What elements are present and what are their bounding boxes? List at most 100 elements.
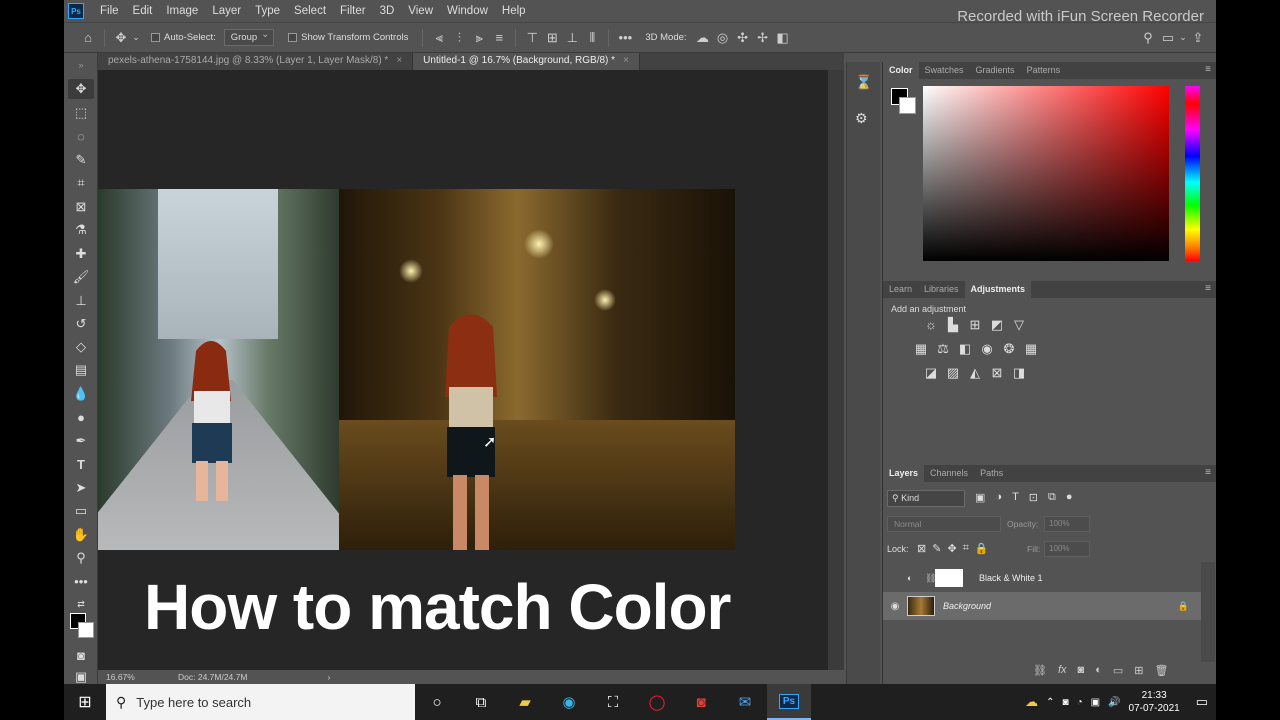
3d-orbit-icon[interactable]: ☁ <box>693 30 713 46</box>
3d-pan-icon[interactable]: ✣ <box>733 30 753 46</box>
menu-window[interactable]: Window <box>440 5 495 17</box>
move-tool-icon[interactable]: ✥ <box>111 30 131 46</box>
windows-start-icon[interactable]: ⊞ <box>64 684 106 720</box>
layer-row-black-white[interactable]: ◐ ⛓ Black & White 1 <box>883 564 1201 592</box>
type-tool-icon[interactable]: T <box>68 454 94 474</box>
workspace-icon[interactable]: ▭ <box>1158 30 1178 46</box>
menu-view[interactable]: View <box>401 5 440 17</box>
tab-libraries[interactable]: Libraries <box>918 281 965 298</box>
photoshop-taskbar-icon[interactable]: Ps <box>767 684 811 720</box>
healing-brush-tool-icon[interactable]: ✚ <box>68 244 94 264</box>
menu-select[interactable]: Select <box>287 5 333 17</box>
document-canvas[interactable]: ➚ How to match Color <box>98 70 828 670</box>
search-icon[interactable]: ⚲ <box>1138 30 1158 46</box>
show-transform-option[interactable]: Show Transform Controls <box>288 32 408 43</box>
panel-menu-icon[interactable]: ≡ <box>1205 64 1211 75</box>
3d-slide-icon[interactable]: ✢ <box>753 30 773 46</box>
align-center-icon[interactable]: ⫶ <box>449 30 469 46</box>
link-layers-icon[interactable]: ⛓ <box>1033 664 1047 677</box>
show-transform-checkbox[interactable] <box>288 33 298 42</box>
recorder-app-icon[interactable]: ◙ <box>679 684 723 720</box>
align-top-icon[interactable]: ⊤ <box>522 30 542 46</box>
align-left-icon[interactable]: ⫷ <box>429 30 449 46</box>
tab-channels[interactable]: Channels <box>924 465 974 482</box>
tab-paths[interactable]: Paths <box>974 465 1009 482</box>
align-bottom-icon[interactable]: ⊥ <box>562 30 582 46</box>
store-icon[interactable]: ⛶ <box>591 684 635 720</box>
tab-patterns[interactable]: Patterns <box>1021 62 1067 79</box>
hand-tool-icon[interactable]: ✋ <box>68 525 94 545</box>
layers-scrollbar[interactable] <box>1201 562 1215 662</box>
eye-icon[interactable]: ◉ <box>883 601 907 612</box>
levels-icon[interactable]: ▙ <box>945 317 961 333</box>
gradient-map-icon[interactable]: ⊠ <box>989 365 1005 381</box>
layer-row-background[interactable]: ◉ Background 🔒 <box>883 592 1201 620</box>
hue-saturation-icon[interactable]: ▦ <box>913 341 929 357</box>
type-filter-icon[interactable]: T <box>1012 491 1019 504</box>
lock-transparent-icon[interactable]: ⊠ <box>917 542 926 555</box>
tab-adjustments[interactable]: Adjustments <box>964 281 1032 298</box>
recorder-tray-icon[interactable]: ◙ <box>1063 697 1069 708</box>
color-lookup-icon[interactable]: ▦ <box>1023 341 1039 357</box>
add-mask-icon[interactable]: ◙ <box>1078 664 1085 677</box>
panel-menu-icon[interactable]: ≡ <box>1205 283 1211 294</box>
quick-mask-icon[interactable]: ◙ <box>68 645 94 665</box>
invert-icon[interactable]: ◪ <box>923 365 939 381</box>
close-icon[interactable]: × <box>623 55 629 66</box>
auto-select-target-dropdown[interactable]: Group <box>223 29 275 46</box>
gradient-tool-icon[interactable]: ▤ <box>68 360 94 380</box>
lock-image-icon[interactable]: ✎ <box>932 542 941 555</box>
visibility-toggle[interactable] <box>883 573 907 584</box>
volume-icon[interactable]: 🔊 <box>1108 697 1120 708</box>
canvas-scrollbar[interactable] <box>828 70 844 670</box>
opera-icon[interactable]: ◯ <box>635 684 679 720</box>
blur-tool-icon[interactable]: 💧 <box>68 384 94 404</box>
lasso-tool-icon[interactable]: ◌ <box>68 126 94 146</box>
blend-mode-dropdown[interactable]: Normal <box>887 516 1001 532</box>
selective-color-icon[interactable]: ◨ <box>1011 365 1027 381</box>
edit-toolbar-icon[interactable]: ••• <box>68 571 94 591</box>
new-adjustment-icon[interactable]: ◐ <box>1095 664 1102 677</box>
wifi-icon[interactable]: ◔ <box>1077 697 1083 708</box>
collapse-toolbox-icon[interactable]: » <box>68 55 94 75</box>
adjustment-filter-icon[interactable]: ◑ <box>995 491 1002 504</box>
3d-roll-icon[interactable]: ◎ <box>713 30 733 46</box>
fx-icon[interactable]: fx <box>1058 664 1067 677</box>
menu-edit[interactable]: Edit <box>126 5 160 17</box>
auto-select-option[interactable]: Auto-Select: <box>151 32 216 43</box>
status-menu-arrow[interactable]: › <box>327 672 330 682</box>
tab-untitled-1[interactable]: Untitled-1 @ 16.7% (Background, RGB/8) *… <box>413 53 640 70</box>
menu-3d[interactable]: 3D <box>373 5 402 17</box>
panel-menu-icon[interactable]: ≡ <box>1205 467 1211 478</box>
distribute-icon[interactable]: ≡ <box>489 30 509 45</box>
exposure-icon[interactable]: ◩ <box>989 317 1005 333</box>
chevron-down-icon[interactable]: ⌄ <box>1178 32 1188 43</box>
quick-select-tool-icon[interactable]: ✎ <box>68 150 94 170</box>
more-options-icon[interactable]: ••• <box>615 30 635 45</box>
background-color-swatch[interactable] <box>899 97 916 114</box>
color-balance-icon[interactable]: ⚖ <box>935 341 951 357</box>
crop-tool-icon[interactable]: ⌗ <box>68 173 94 193</box>
lock-artboard-icon[interactable]: ⌗ <box>963 542 969 555</box>
menu-file[interactable]: File <box>93 5 126 17</box>
eraser-tool-icon[interactable]: ◇ <box>68 337 94 357</box>
black-white-icon[interactable]: ◧ <box>957 341 973 357</box>
swap-colors-icon[interactable]: ⇄ <box>68 594 94 614</box>
frame-tool-icon[interactable]: ⊠ <box>68 197 94 217</box>
notifications-icon[interactable]: ▭ <box>1196 694 1208 710</box>
clock[interactable]: 21:33 07-07-2021 <box>1129 689 1180 715</box>
dodge-tool-icon[interactable]: ● <box>68 407 94 427</box>
tab-layers[interactable]: Layers <box>883 465 925 482</box>
align-middle-icon[interactable]: ⊞ <box>542 30 562 46</box>
3d-scale-icon[interactable]: ◧ <box>773 30 793 46</box>
history-icon[interactable]: ⌛ <box>855 74 872 91</box>
mail-icon[interactable]: ✉ <box>723 684 767 720</box>
share-icon[interactable]: ⇪ <box>1188 30 1208 46</box>
chevron-down-icon[interactable]: ⌄ <box>131 32 141 43</box>
distribute-vertical-icon[interactable]: ⦀ <box>582 30 602 46</box>
new-group-icon[interactable]: ▭ <box>1113 664 1123 677</box>
smart-object-filter-icon[interactable]: ⧉ <box>1048 491 1056 504</box>
channel-mixer-icon[interactable]: ❂ <box>1001 341 1017 357</box>
hue-slider[interactable] <box>1185 86 1200 261</box>
brightness-contrast-icon[interactable]: ☼ <box>923 317 939 333</box>
